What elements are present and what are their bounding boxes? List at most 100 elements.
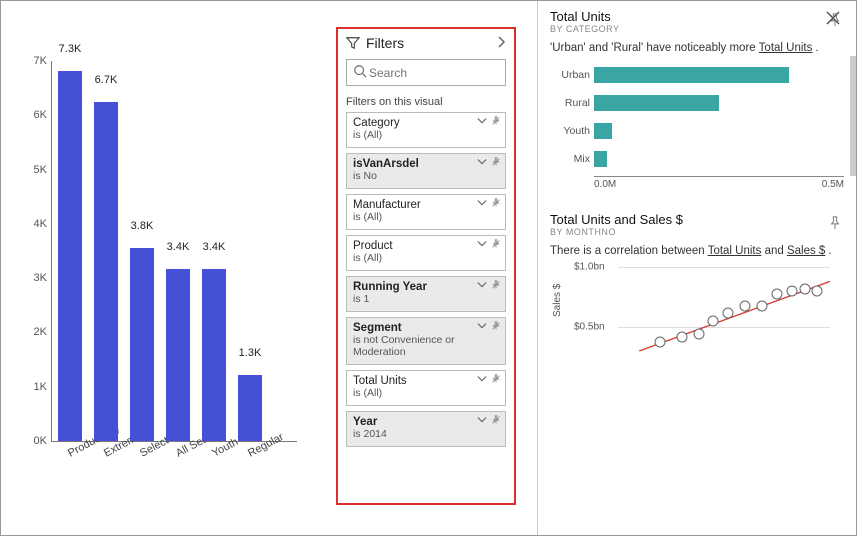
- ytick: 3K: [17, 272, 47, 284]
- ytick: 6K: [17, 109, 47, 121]
- clear-filter-icon[interactable]: [491, 280, 501, 290]
- card-total-units: Total Units BY CATEGORY 'Urban' and 'Rur…: [550, 9, 844, 194]
- chevron-down-icon[interactable]: [477, 198, 487, 208]
- chevron-down-icon[interactable]: [477, 157, 487, 167]
- chevron-right-icon[interactable]: [496, 36, 506, 51]
- search-icon: [353, 64, 367, 81]
- bar-value-label: 3.8K: [122, 220, 162, 232]
- scatter-point[interactable]: [799, 283, 810, 294]
- filter-state: is No: [353, 170, 499, 182]
- main-bar-chart: 7.3KProductivity6.7KExtreme3.8KSelect3.4…: [17, 61, 317, 521]
- card1-desc-post: .: [812, 42, 818, 54]
- card2-title: Total Units and Sales $: [550, 212, 844, 227]
- bar[interactable]: [202, 269, 226, 441]
- chevron-down-icon[interactable]: [477, 321, 487, 331]
- clear-filter-icon[interactable]: [491, 198, 501, 208]
- hbar[interactable]: [594, 67, 789, 83]
- hbar-row: Rural: [550, 92, 844, 114]
- scatter-point[interactable]: [655, 336, 666, 347]
- scatter-point[interactable]: [723, 307, 734, 318]
- filter-card[interactable]: Categoryis (All): [346, 112, 506, 148]
- bar-value-label: 3.4K: [194, 241, 234, 253]
- filter-list: Categoryis (All) isVanArsdelis No Manufact…: [346, 112, 506, 447]
- scrollbar[interactable]: [850, 56, 856, 176]
- bar-value-label: 1.3K: [230, 347, 270, 359]
- filters-panel: Filters Filters on this visual Categoryi…: [336, 27, 516, 505]
- card2-desc-pre: There is a correlation between: [550, 245, 708, 257]
- hbar-row: Mix: [550, 148, 844, 170]
- scatter-point[interactable]: [812, 286, 823, 297]
- clear-filter-icon[interactable]: [491, 374, 501, 384]
- hbar[interactable]: [594, 95, 719, 111]
- filter-state: is not Convenience or Moderation: [353, 334, 499, 358]
- hbar[interactable]: [594, 151, 607, 167]
- card2-desc-link2[interactable]: Sales $: [787, 245, 825, 257]
- bar-value-label: 6.7K: [86, 74, 126, 86]
- filter-card[interactable]: Total Unitsis (All): [346, 370, 506, 406]
- chevron-down-icon[interactable]: [477, 374, 487, 384]
- filters-search[interactable]: [346, 59, 506, 86]
- pin-icon[interactable]: [828, 13, 842, 30]
- hbar[interactable]: [594, 123, 612, 139]
- ytick: 2K: [17, 326, 47, 338]
- ytick: 4K: [17, 218, 47, 230]
- scatter-point[interactable]: [786, 286, 797, 297]
- scatter-ytick: $0.5bn: [574, 322, 605, 333]
- card-units-sales: Total Units and Sales $ BY MONTHNO There…: [550, 212, 844, 387]
- filter-state: is (All): [353, 211, 499, 223]
- ytick: 1K: [17, 381, 47, 393]
- card1-desc: 'Urban' and 'Rural' have noticeably more…: [550, 40, 844, 56]
- filter-state: is (All): [353, 129, 499, 141]
- clear-filter-icon[interactable]: [491, 157, 501, 167]
- scatter-point[interactable]: [740, 300, 751, 311]
- filter-state: is (All): [353, 252, 499, 264]
- filter-card[interactable]: Manufactureris (All): [346, 194, 506, 230]
- scatter-point[interactable]: [772, 288, 783, 299]
- bar[interactable]: [94, 102, 118, 441]
- chevron-down-icon[interactable]: [477, 415, 487, 425]
- filter-card[interactable]: Yearis 2014: [346, 411, 506, 447]
- chevron-down-icon[interactable]: [477, 239, 487, 249]
- chevron-down-icon[interactable]: [477, 116, 487, 126]
- scatter-ylabel: Sales $: [552, 284, 563, 317]
- clear-filter-icon[interactable]: [491, 116, 501, 126]
- bar[interactable]: [130, 248, 154, 441]
- card1-title: Total Units: [550, 9, 844, 24]
- bar[interactable]: [58, 71, 82, 441]
- scatter-point[interactable]: [676, 331, 687, 342]
- card1-desc-link[interactable]: Total Units: [759, 42, 813, 54]
- hbar-label: Youth: [550, 125, 594, 137]
- filter-icon: [346, 36, 360, 50]
- filter-state: is 2014: [353, 428, 499, 440]
- card1-subtitle: BY CATEGORY: [550, 24, 844, 34]
- hbar-label: Urban: [550, 69, 594, 81]
- hbar-label: Mix: [550, 153, 594, 165]
- bar-value-label: 7.3K: [50, 43, 90, 55]
- filters-title: Filters: [366, 35, 496, 51]
- filter-card[interactable]: Running Yearis 1: [346, 276, 506, 312]
- filter-card[interactable]: isVanArsdelis No: [346, 153, 506, 189]
- clear-filter-icon[interactable]: [491, 415, 501, 425]
- ytick: 0K: [17, 435, 47, 447]
- ytick: 7K: [17, 55, 47, 67]
- bar[interactable]: [238, 375, 262, 441]
- hbar-axis: 0.0M0.5M: [594, 176, 844, 197]
- hbar-xtick: 0.5M: [822, 179, 844, 197]
- card2-desc-link1[interactable]: Total Units: [708, 245, 762, 257]
- filters-section-label: Filters on this visual: [346, 96, 506, 108]
- hbar-label: Rural: [550, 97, 594, 109]
- card1-desc-pre: 'Urban' and 'Rural' have noticeably more: [550, 42, 759, 54]
- clear-filter-icon[interactable]: [491, 321, 501, 331]
- search-input[interactable]: [367, 65, 526, 81]
- pin-icon[interactable]: [828, 216, 842, 233]
- hbar-row: Youth: [550, 120, 844, 142]
- chevron-down-icon[interactable]: [477, 280, 487, 290]
- bar[interactable]: [166, 269, 190, 441]
- scatter-point[interactable]: [693, 329, 704, 340]
- clear-filter-icon[interactable]: [491, 239, 501, 249]
- filter-card[interactable]: Segmentis not Convenience or Moderation: [346, 317, 506, 365]
- bar-value-label: 3.4K: [158, 241, 198, 253]
- filter-card[interactable]: Productis (All): [346, 235, 506, 271]
- scatter-point[interactable]: [708, 316, 719, 327]
- scatter-point[interactable]: [757, 300, 768, 311]
